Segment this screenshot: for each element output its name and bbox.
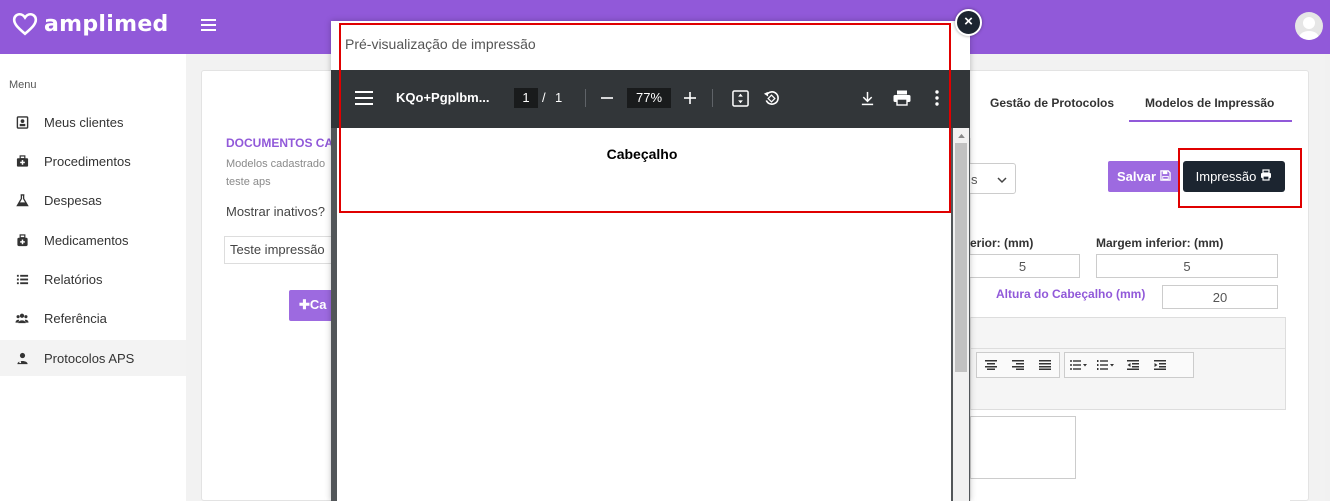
tab-modelos-impressao[interactable]: Modelos de Impressão (1145, 96, 1274, 110)
menu-toggle-icon[interactable] (199, 15, 219, 35)
close-modal-button[interactable]: × (955, 9, 982, 36)
bullet-list-icon[interactable] (1065, 353, 1092, 377)
app-logo[interactable]: amplimed (12, 11, 169, 37)
brand-name: amplimed (44, 11, 169, 37)
documents-category: teste aps (226, 176, 271, 188)
user-icon (1299, 17, 1319, 40)
list-toolbar-group (1064, 352, 1194, 378)
header-height-label: Altura do Cabeçalho (mm) (996, 287, 1146, 301)
align-justify-icon[interactable] (1031, 353, 1058, 377)
sidebar: Menu Meus clientes Procedimentos Despesa… (0, 54, 186, 501)
sidebar-item-despesas[interactable]: Despesas (0, 182, 186, 218)
sidebar-item-label: Despesas (44, 192, 102, 208)
highlight-preview-header (339, 23, 951, 213)
documents-title: DOCUMENTOS CA (226, 136, 334, 150)
outdent-icon[interactable] (1119, 353, 1146, 377)
sidebar-item-label: Relatórios (44, 271, 103, 287)
align-toolbar-group (976, 352, 1060, 378)
users-icon (15, 311, 29, 325)
menu-title: Menu (9, 79, 37, 91)
model-select[interactable]: s (962, 163, 1016, 194)
highlight-print-button (1178, 148, 1302, 208)
sidebar-item-procedimentos[interactable]: Procedimentos (0, 143, 186, 179)
medicine-bag-icon (15, 233, 29, 247)
align-center-icon[interactable] (977, 353, 1004, 377)
margin-superior-input[interactable]: 5 (965, 254, 1080, 278)
save-button[interactable]: Salvar (1108, 161, 1180, 192)
sidebar-item-relatorios[interactable]: Relatórios (0, 261, 186, 297)
sidebar-item-meus-clientes[interactable]: Meus clientes (0, 104, 186, 140)
floppy-disk-icon (1160, 169, 1171, 184)
sidebar-item-referencia[interactable]: Referência (0, 300, 186, 336)
sidebar-item-medicamentos[interactable]: Medicamentos (0, 222, 186, 258)
align-right-icon[interactable] (1004, 353, 1031, 377)
flask-icon (15, 193, 29, 207)
save-button-label: Salvar (1116, 169, 1157, 184)
add-document-button[interactable]: ✚Ca (289, 290, 333, 321)
list-icon (15, 272, 29, 286)
margin-inferior-label: Margem inferior: (mm) (1096, 236, 1224, 250)
user-md-icon (15, 351, 29, 365)
active-tab-indicator (1129, 120, 1292, 122)
numbered-list-icon[interactable] (1092, 353, 1119, 377)
chevron-down-icon (997, 173, 1007, 184)
scroll-up-icon[interactable] (953, 128, 969, 142)
documents-subtitle: Modelos cadastrado (226, 158, 326, 170)
indent-icon[interactable] (1146, 353, 1173, 377)
sidebar-item-protocolos-aps[interactable]: Protocolos APS (0, 340, 186, 376)
margin-superior-label: erior: (mm) (970, 236, 1034, 250)
plus-icon: ✚ (299, 297, 310, 312)
user-avatar[interactable] (1295, 12, 1323, 40)
page-scrollbar[interactable] (1325, 54, 1330, 501)
sidebar-item-label: Meus clientes (44, 114, 124, 130)
sidebar-item-label: Protocolos APS (44, 350, 135, 366)
pdf-scroll-thumb[interactable] (955, 143, 967, 372)
sidebar-item-label: Procedimentos (44, 153, 131, 169)
sidebar-item-label: Medicamentos (44, 232, 129, 248)
document-list-item[interactable]: Teste impressão (224, 236, 334, 264)
id-card-icon (15, 115, 29, 129)
header-editor-area[interactable] (970, 416, 1076, 479)
show-inactive-label[interactable]: Mostrar inativos? (226, 204, 325, 219)
model-select-value: s (971, 172, 978, 187)
heart-icon (12, 12, 38, 36)
sidebar-item-label: Referência (44, 310, 107, 326)
margin-inferior-input[interactable]: 5 (1096, 254, 1278, 278)
tab-gestao-protocolos[interactable]: Gestão de Protocolos (990, 96, 1114, 110)
add-document-label: Ca (309, 297, 327, 312)
header-height-input[interactable]: 20 (1162, 285, 1278, 309)
close-icon: × (964, 13, 973, 30)
medkit-icon (15, 154, 29, 168)
